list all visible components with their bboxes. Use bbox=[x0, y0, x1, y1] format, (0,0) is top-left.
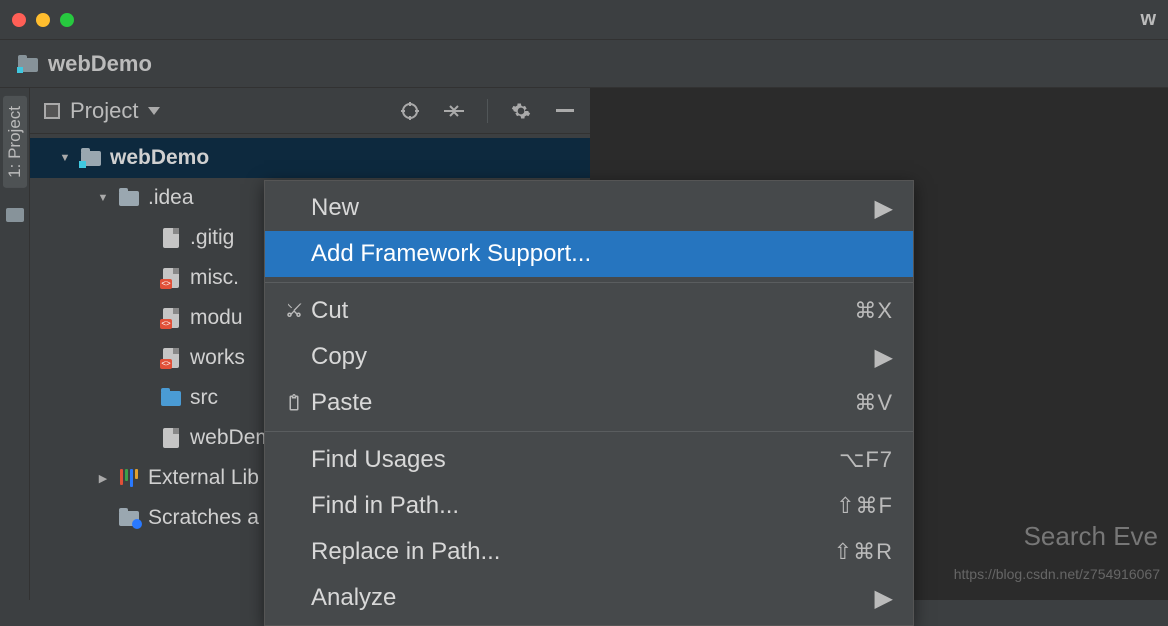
file-icon bbox=[160, 429, 182, 447]
context-menu: New▶Add Framework Support...Cut⌘XCopy▶Pa… bbox=[264, 180, 914, 626]
hide-panel-icon[interactable] bbox=[554, 100, 576, 122]
menu-item-label: Cut bbox=[311, 297, 854, 325]
search-everywhere-hint: Search Eve bbox=[1024, 521, 1158, 552]
project-tool-tab[interactable]: 1: Project bbox=[3, 96, 27, 188]
menu-item[interactable]: Analyze▶ bbox=[265, 575, 913, 621]
tree-node-label: Scratches a bbox=[148, 506, 259, 530]
menu-item-label: Replace in Path... bbox=[311, 538, 834, 566]
tree-node-label: src bbox=[190, 386, 218, 410]
watermark-url: https://blog.csdn.net/z754916067 bbox=[954, 566, 1160, 582]
library-icon bbox=[118, 469, 140, 487]
title-bar: w bbox=[0, 0, 1168, 40]
menu-item[interactable]: Replace in Path...⇧⌘R bbox=[265, 529, 913, 575]
menu-item[interactable]: Cut⌘X bbox=[265, 288, 913, 334]
tree-node-label: webDem bbox=[190, 426, 273, 450]
menu-shortcut: ⇧⌘F bbox=[836, 493, 893, 519]
file-icon bbox=[160, 229, 182, 247]
menu-shortcut: ⇧⌘R bbox=[834, 539, 893, 565]
menu-shortcut: ⌘X bbox=[854, 298, 893, 324]
minimize-window-icon[interactable] bbox=[36, 13, 50, 27]
tree-node-label: misc. bbox=[190, 266, 239, 290]
caret-icon[interactable] bbox=[96, 472, 110, 485]
caret-icon[interactable] bbox=[96, 192, 110, 204]
submenu-arrow-icon: ▶ bbox=[875, 584, 893, 613]
tree-node-label: .idea bbox=[148, 186, 194, 210]
window-title: w bbox=[1140, 8, 1156, 31]
paste-icon bbox=[277, 394, 311, 412]
menu-item[interactable]: Add Framework Support... bbox=[265, 231, 913, 277]
menu-item-label: Analyze bbox=[311, 584, 875, 612]
module-folder-icon bbox=[80, 149, 102, 167]
gear-icon[interactable] bbox=[510, 100, 532, 122]
close-window-icon[interactable] bbox=[12, 13, 26, 27]
xml-file-icon: <> bbox=[160, 309, 182, 327]
breadcrumb-project[interactable]: webDemo bbox=[48, 51, 152, 77]
project-view-icon bbox=[44, 103, 60, 119]
xml-file-icon: <> bbox=[160, 269, 182, 287]
menu-shortcut: ⌘V bbox=[854, 390, 893, 416]
collapse-all-icon[interactable] bbox=[443, 100, 465, 122]
panel-title[interactable]: Project bbox=[70, 98, 138, 124]
structure-tool-icon[interactable] bbox=[6, 208, 24, 222]
menu-item[interactable]: Copy▶ bbox=[265, 334, 913, 380]
breadcrumb: webDemo bbox=[0, 40, 1168, 88]
menu-item-label: Add Framework Support... bbox=[311, 240, 893, 268]
xml-file-icon: <> bbox=[160, 349, 182, 367]
project-panel-header: Project bbox=[30, 88, 590, 134]
tree-node-label: .gitig bbox=[190, 226, 234, 250]
menu-separator bbox=[265, 282, 913, 283]
menu-item-label: New bbox=[311, 194, 875, 222]
tree-node-label: modu bbox=[190, 306, 243, 330]
maximize-window-icon[interactable] bbox=[60, 13, 74, 27]
dropdown-arrow-icon[interactable] bbox=[148, 107, 160, 115]
window-controls bbox=[12, 13, 74, 27]
submenu-arrow-icon: ▶ bbox=[875, 343, 893, 372]
menu-item[interactable]: Paste⌘V bbox=[265, 380, 913, 426]
menu-item-label: Paste bbox=[311, 389, 854, 417]
menu-item-label: Find in Path... bbox=[311, 492, 836, 520]
locate-icon[interactable] bbox=[399, 100, 421, 122]
tree-node-label: External Lib bbox=[148, 466, 259, 490]
scratch-icon bbox=[118, 509, 140, 527]
left-tool-stripe: 1: Project bbox=[0, 88, 30, 600]
module-folder-icon bbox=[18, 56, 38, 72]
menu-separator bbox=[265, 431, 913, 432]
menu-item[interactable]: Find in Path...⇧⌘F bbox=[265, 483, 913, 529]
cut-icon bbox=[277, 302, 311, 320]
caret-icon[interactable] bbox=[58, 152, 72, 164]
submenu-arrow-icon: ▶ bbox=[875, 194, 893, 223]
tree-node-label: works bbox=[190, 346, 245, 370]
toolbar-separator bbox=[487, 99, 488, 123]
blue-folder-icon bbox=[160, 389, 182, 407]
menu-item-label: Copy bbox=[311, 343, 875, 371]
tree-node[interactable]: webDemo bbox=[30, 138, 590, 178]
tree-node-label: webDemo bbox=[110, 146, 209, 170]
menu-item-label: Find Usages bbox=[311, 446, 839, 474]
menu-item[interactable]: Find Usages⌥F7 bbox=[265, 437, 913, 483]
folder-icon bbox=[118, 189, 140, 207]
menu-item[interactable]: New▶ bbox=[265, 185, 913, 231]
menu-shortcut: ⌥F7 bbox=[839, 447, 893, 473]
